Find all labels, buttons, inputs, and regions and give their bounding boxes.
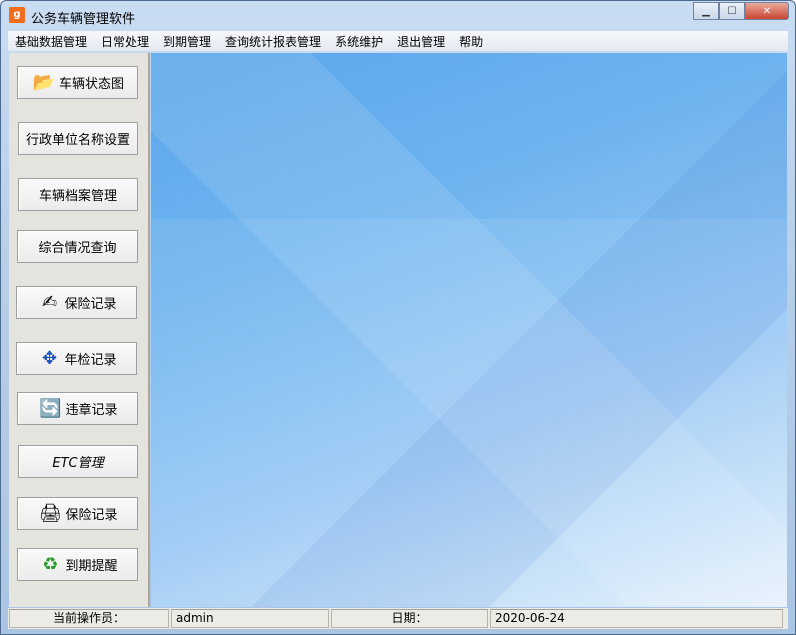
menu-basic-data[interactable]: 基础数据管理: [8, 33, 94, 50]
menu-system[interactable]: 系统维护: [328, 33, 390, 50]
close-button[interactable]: ✕: [745, 2, 789, 20]
minimize-button[interactable]: ▁: [693, 2, 719, 20]
button-label: 行政单位名称设置: [25, 133, 130, 148]
button-label: 保险记录: [64, 297, 117, 312]
button-label: 保险记录: [65, 508, 118, 523]
menu-exit[interactable]: 退出管理: [390, 33, 452, 50]
button-label: 车辆档案管理: [38, 189, 117, 204]
expiry-reminder-button[interactable]: ♻ 到期提醒: [17, 548, 138, 581]
menu-daily[interactable]: 日常处理: [94, 33, 156, 50]
title-bar: g 公务车辆管理软件 ▁ ☐ ✕: [1, 1, 795, 31]
button-label: 综合情况查询: [38, 241, 117, 256]
menu-bar: 基础数据管理 日常处理 到期管理 查询统计报表管理 系统维护 退出管理 帮助: [8, 31, 788, 51]
sidebar: 📂 车辆状态图 行政单位名称设置 车辆档案管理 综合情况查询 ✍ 保险记录 ✥ 年检记…: [9, 53, 150, 607]
button-label: 违章记录: [65, 403, 118, 418]
operator-label: 当前操作员：: [9, 609, 169, 628]
button-label: 年检记录: [64, 353, 117, 368]
app-window: g 公务车辆管理软件 ▁ ☐ ✕ 基础数据管理 日常处理 到期管理 查询统计报表…: [0, 0, 796, 635]
menu-expiry[interactable]: 到期管理: [156, 33, 218, 50]
annual-inspection-button[interactable]: ✥ 年检记录: [16, 342, 137, 375]
window-title: 公务车辆管理软件: [31, 12, 136, 27]
operator-value: admin: [171, 609, 329, 628]
overall-query-button[interactable]: 综合情况查询: [17, 230, 138, 263]
insurance-record-button[interactable]: ✍ 保险记录: [16, 286, 137, 319]
menu-help[interactable]: 帮助: [452, 33, 490, 50]
violation-record-button[interactable]: 🔄 违章记录: [17, 392, 138, 425]
insurance-record-print-button[interactable]: 🖨 保险记录: [17, 497, 138, 530]
vehicle-status-button[interactable]: 📂 车辆状态图: [17, 66, 138, 99]
date-label: 日期：: [331, 609, 488, 628]
button-label: 到期提醒: [65, 559, 118, 574]
etc-management-button[interactable]: ETC管理: [18, 445, 138, 478]
app-icon: g: [9, 7, 25, 23]
recycle-icon: ♻: [42, 554, 59, 575]
main-background: [151, 53, 787, 607]
refresh-document-icon: 🔄: [39, 398, 62, 419]
unit-name-settings-button[interactable]: 行政单位名称设置: [18, 122, 138, 155]
menu-reports[interactable]: 查询统计报表管理: [218, 33, 328, 50]
date-value: 2020-06-24: [490, 609, 783, 628]
printer-icon: 🖨: [39, 503, 62, 524]
scroll-pen-icon: ✍: [41, 292, 58, 313]
arrows-icon: ✥: [41, 348, 58, 369]
button-label: ETC管理: [52, 456, 104, 471]
button-label: 车辆状态图: [58, 77, 124, 92]
maximize-button[interactable]: ☐: [719, 2, 745, 20]
folder-check-icon: 📂: [32, 72, 56, 93]
status-bar: 当前操作员： admin 日期： 2020-06-24: [8, 608, 788, 629]
vehicle-archive-button[interactable]: 车辆档案管理: [18, 178, 138, 211]
